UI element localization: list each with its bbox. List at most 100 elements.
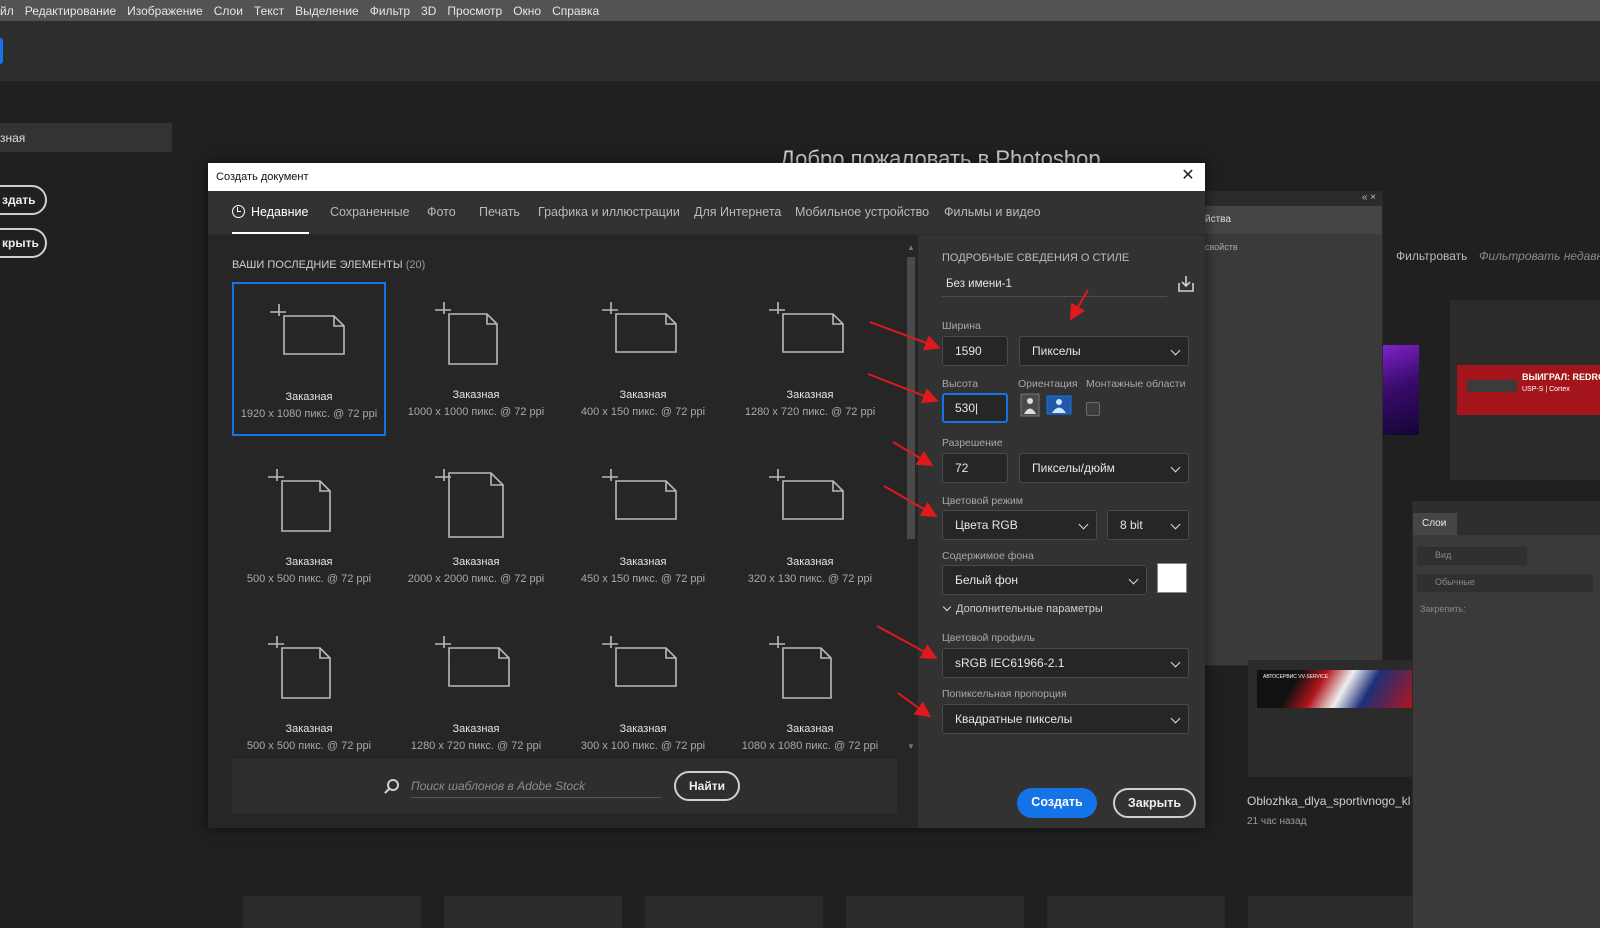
- menu-item[interactable]: Просмотр: [447, 4, 502, 18]
- resolution-label: Разрешение: [942, 437, 1003, 449]
- height-input[interactable]: 530|: [942, 393, 1008, 423]
- preset-card[interactable]: Заказная 450 x 150 пикс. @ 72 ppi: [566, 449, 720, 603]
- artboards-checkbox[interactable]: [1086, 402, 1100, 416]
- panel-controls[interactable]: « ×: [1201, 192, 1382, 206]
- scroll-down-icon[interactable]: ▼: [905, 742, 917, 751]
- filter-recent-input[interactable]: Фильтровать недавние: [1479, 249, 1600, 263]
- layers-filter[interactable]: Вид: [1417, 547, 1527, 565]
- preset-card[interactable]: Заказная 1920 x 1080 пикс. @ 72 ppi: [232, 282, 386, 436]
- scroll-up-icon[interactable]: ▲: [905, 243, 917, 252]
- tab-properties[interactable]: йства: [1201, 206, 1382, 234]
- find-button[interactable]: Найти: [674, 771, 740, 801]
- stock-search-input[interactable]: [411, 779, 661, 798]
- recent-file-card[interactable]: [1248, 896, 1412, 928]
- preset-card[interactable]: Заказная 500 x 500 пикс. @ 72 ppi: [232, 616, 386, 770]
- document-name-input[interactable]: [942, 271, 1167, 297]
- save-preset-icon[interactable]: [1176, 274, 1196, 294]
- landscape-orientation-icon[interactable]: [1046, 393, 1072, 417]
- background-color-swatch[interactable]: [1157, 563, 1187, 593]
- recent-file-name[interactable]: Oblozhka_dlya_sportivnogo_kl: [1247, 794, 1410, 808]
- preset-card[interactable]: Заказная 1080 x 1080 пикс. @ 72 ppi: [733, 616, 887, 770]
- preset-card[interactable]: Заказная 1000 x 1000 пикс. @ 72 ppi: [399, 282, 553, 436]
- background-label: Содержимое фона: [942, 550, 1034, 562]
- recent-file-time: 21 час назад: [1247, 816, 1307, 827]
- chevron-down-icon: [1170, 519, 1181, 530]
- bit-depth-select[interactable]: 8 bit: [1107, 510, 1189, 540]
- recent-file-card[interactable]: [846, 896, 1024, 928]
- recent-file-card[interactable]: [1047, 896, 1225, 928]
- menu-item[interactable]: Слои: [214, 4, 243, 18]
- document-icon: [268, 469, 331, 532]
- home-button[interactable]: [0, 38, 3, 64]
- color-mode-value: Цвета RGB: [955, 518, 1018, 532]
- recent-file-card[interactable]: [243, 896, 421, 928]
- thumbnail-text: ВЫИГРАЛ: REDROSE: [1522, 372, 1600, 382]
- menu-item[interactable]: 3D: [421, 4, 436, 18]
- weapon-image: [1467, 380, 1517, 392]
- resolution-unit-value: Пикселы/дюйм: [1032, 461, 1115, 475]
- preset-size: 1000 x 1000 пикс. @ 72 ppi: [407, 406, 545, 418]
- color-profile-select[interactable]: sRGB IEC61966-2.1: [942, 648, 1189, 678]
- menu-item[interactable]: Выделение: [295, 4, 359, 18]
- menu-item[interactable]: Справка: [552, 4, 599, 18]
- width-input[interactable]: 1590: [942, 336, 1008, 366]
- recent-file-card[interactable]: [645, 896, 823, 928]
- preset-card[interactable]: Заказная 300 x 100 пикс. @ 72 ppi: [566, 616, 720, 770]
- color-mode-select[interactable]: Цвета RGB: [942, 510, 1097, 540]
- thumbnail-text: USP-S | Cortex: [1522, 386, 1570, 393]
- color-mode-label: Цветовой режим: [942, 495, 1024, 507]
- menu-item[interactable]: Редактирование: [25, 4, 116, 18]
- presets-scrollbar[interactable]: ▲ ▼: [905, 243, 917, 751]
- scrollbar-thumb[interactable]: [907, 257, 915, 539]
- preset-card[interactable]: Заказная 2000 x 2000 пикс. @ 72 ppi: [399, 449, 553, 603]
- tab-preset-category[interactable]: Мобильное устройство: [795, 205, 929, 219]
- close-button[interactable]: Закрыть: [1113, 788, 1196, 818]
- preset-card[interactable]: Заказная 320 x 130 пикс. @ 72 ppi: [733, 449, 887, 603]
- tab-preset-category[interactable]: Графика и иллюстрации: [538, 205, 680, 219]
- resolution-unit-select[interactable]: Пикселы/дюйм: [1019, 453, 1189, 483]
- document-icon: [435, 636, 510, 687]
- width-unit-select[interactable]: Пикселы: [1019, 336, 1189, 366]
- tab-preset-category[interactable]: Сохраненные: [330, 205, 410, 219]
- preset-name: Заказная: [452, 723, 500, 735]
- menu-item[interactable]: Изображение: [127, 4, 203, 18]
- tab-layers[interactable]: Слои: [1413, 513, 1457, 535]
- home-open-button[interactable]: крыть: [0, 228, 47, 258]
- create-button[interactable]: Создать: [1017, 788, 1097, 818]
- recent-file-thumbnail[interactable]: [1383, 345, 1419, 435]
- tab-preset-category[interactable]: Печать: [479, 205, 520, 219]
- tab-preset-category[interactable]: Недавние: [232, 205, 308, 219]
- lock-label: Закрепить:: [1420, 604, 1466, 614]
- recent-file-thumbnail[interactable]: АВТОСЕРВИС VV-SERVICE: [1257, 670, 1412, 708]
- menu-item[interactable]: Фильтр: [370, 4, 410, 18]
- close-icon[interactable]: ✕: [1178, 166, 1198, 186]
- preset-card[interactable]: Заказная 500 x 500 пикс. @ 72 ppi: [232, 449, 386, 603]
- home-create-button[interactable]: здать: [0, 185, 47, 215]
- menu-item[interactable]: Окно: [513, 4, 541, 18]
- blend-mode-select[interactable]: Обычные: [1417, 574, 1593, 592]
- tab-preset-category[interactable]: Для Интернета: [694, 205, 781, 219]
- pixel-aspect-value: Квадратные пикселы: [955, 712, 1073, 726]
- background-select[interactable]: Белый фон: [942, 565, 1147, 595]
- recent-file-thumbnail[interactable]: ВЫИГРАЛ: REDROSE USP-S | Cortex: [1457, 365, 1600, 415]
- menu-item[interactable]: йл: [0, 4, 14, 18]
- recent-heading-text: ВАШИ ПОСЛЕДНИЕ ЭЛЕМЕНТЫ: [232, 259, 403, 271]
- preset-size: 1920 x 1080 пикс. @ 72 ppi: [240, 408, 378, 420]
- pixel-aspect-select[interactable]: Квадратные пикселы: [942, 704, 1189, 734]
- tab-preset-category[interactable]: Фильмы и видео: [944, 205, 1041, 219]
- sidebar-item-recent[interactable]: зная: [0, 123, 172, 152]
- document-icon: [769, 469, 844, 520]
- preset-card[interactable]: Заказная 400 x 150 пикс. @ 72 ppi: [566, 282, 720, 436]
- tab-preset-category[interactable]: Фото: [427, 205, 456, 219]
- advanced-options-toggle[interactable]: Дополнительные параметры: [942, 602, 1103, 615]
- portrait-orientation-icon[interactable]: [1019, 393, 1041, 417]
- preset-card[interactable]: Заказная 1280 x 720 пикс. @ 72 ppi: [399, 616, 553, 770]
- preset-card[interactable]: Заказная 1280 x 720 пикс. @ 72 ppi: [733, 282, 887, 436]
- recent-file-card[interactable]: [444, 896, 622, 928]
- menu-item[interactable]: Текст: [254, 4, 284, 18]
- properties-empty-label: свойств: [1205, 242, 1238, 252]
- search-icon: [387, 779, 399, 791]
- resolution-input[interactable]: 72: [942, 453, 1008, 483]
- preset-size: 1280 x 720 пикс. @ 72 ppi: [744, 406, 876, 418]
- preset-name: Заказная: [619, 723, 667, 735]
